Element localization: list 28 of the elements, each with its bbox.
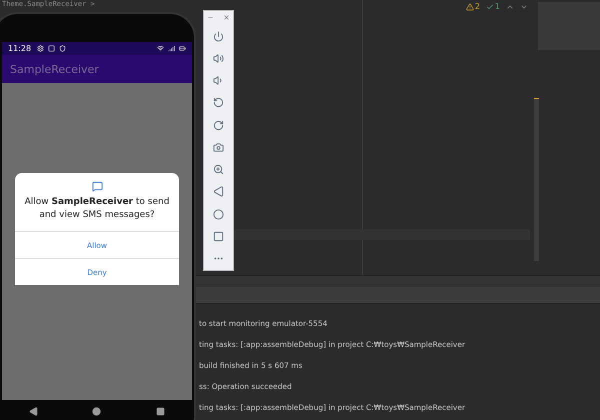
gear-icon bbox=[37, 45, 44, 52]
overview-icon[interactable] bbox=[156, 406, 165, 416]
back-icon[interactable] bbox=[29, 406, 38, 416]
camera-icon[interactable] bbox=[213, 142, 224, 153]
home-icon[interactable] bbox=[213, 208, 224, 220]
zoom-icon[interactable] bbox=[213, 164, 224, 176]
back-icon[interactable] bbox=[213, 186, 224, 198]
scrollbar[interactable] bbox=[534, 98, 539, 261]
status-time: 11:28 bbox=[8, 44, 32, 53]
signal-icon bbox=[168, 45, 175, 52]
rotate-left-icon[interactable] bbox=[213, 97, 224, 108]
check-icon bbox=[486, 2, 494, 10]
volume-down-icon[interactable] bbox=[213, 75, 224, 86]
warning-count[interactable]: 2 bbox=[466, 2, 480, 11]
close-icon[interactable] bbox=[223, 14, 230, 22]
wifi-icon bbox=[157, 45, 164, 52]
volume-up-icon[interactable] bbox=[213, 52, 224, 64]
home-icon[interactable] bbox=[92, 406, 102, 416]
message-icon bbox=[92, 181, 102, 192]
power-icon[interactable] bbox=[213, 30, 224, 42]
rotate-right-icon[interactable] bbox=[213, 120, 224, 131]
check-count[interactable]: 1 bbox=[486, 2, 500, 11]
dialog-message: Allow SampleReceiver to send and view SMS messages? bbox=[24, 196, 170, 222]
app-title: SampleReceiver bbox=[10, 62, 99, 76]
warning-icon bbox=[466, 2, 474, 10]
overview-icon[interactable] bbox=[213, 231, 224, 242]
battery-icon bbox=[179, 45, 186, 52]
shield-icon bbox=[59, 45, 66, 52]
